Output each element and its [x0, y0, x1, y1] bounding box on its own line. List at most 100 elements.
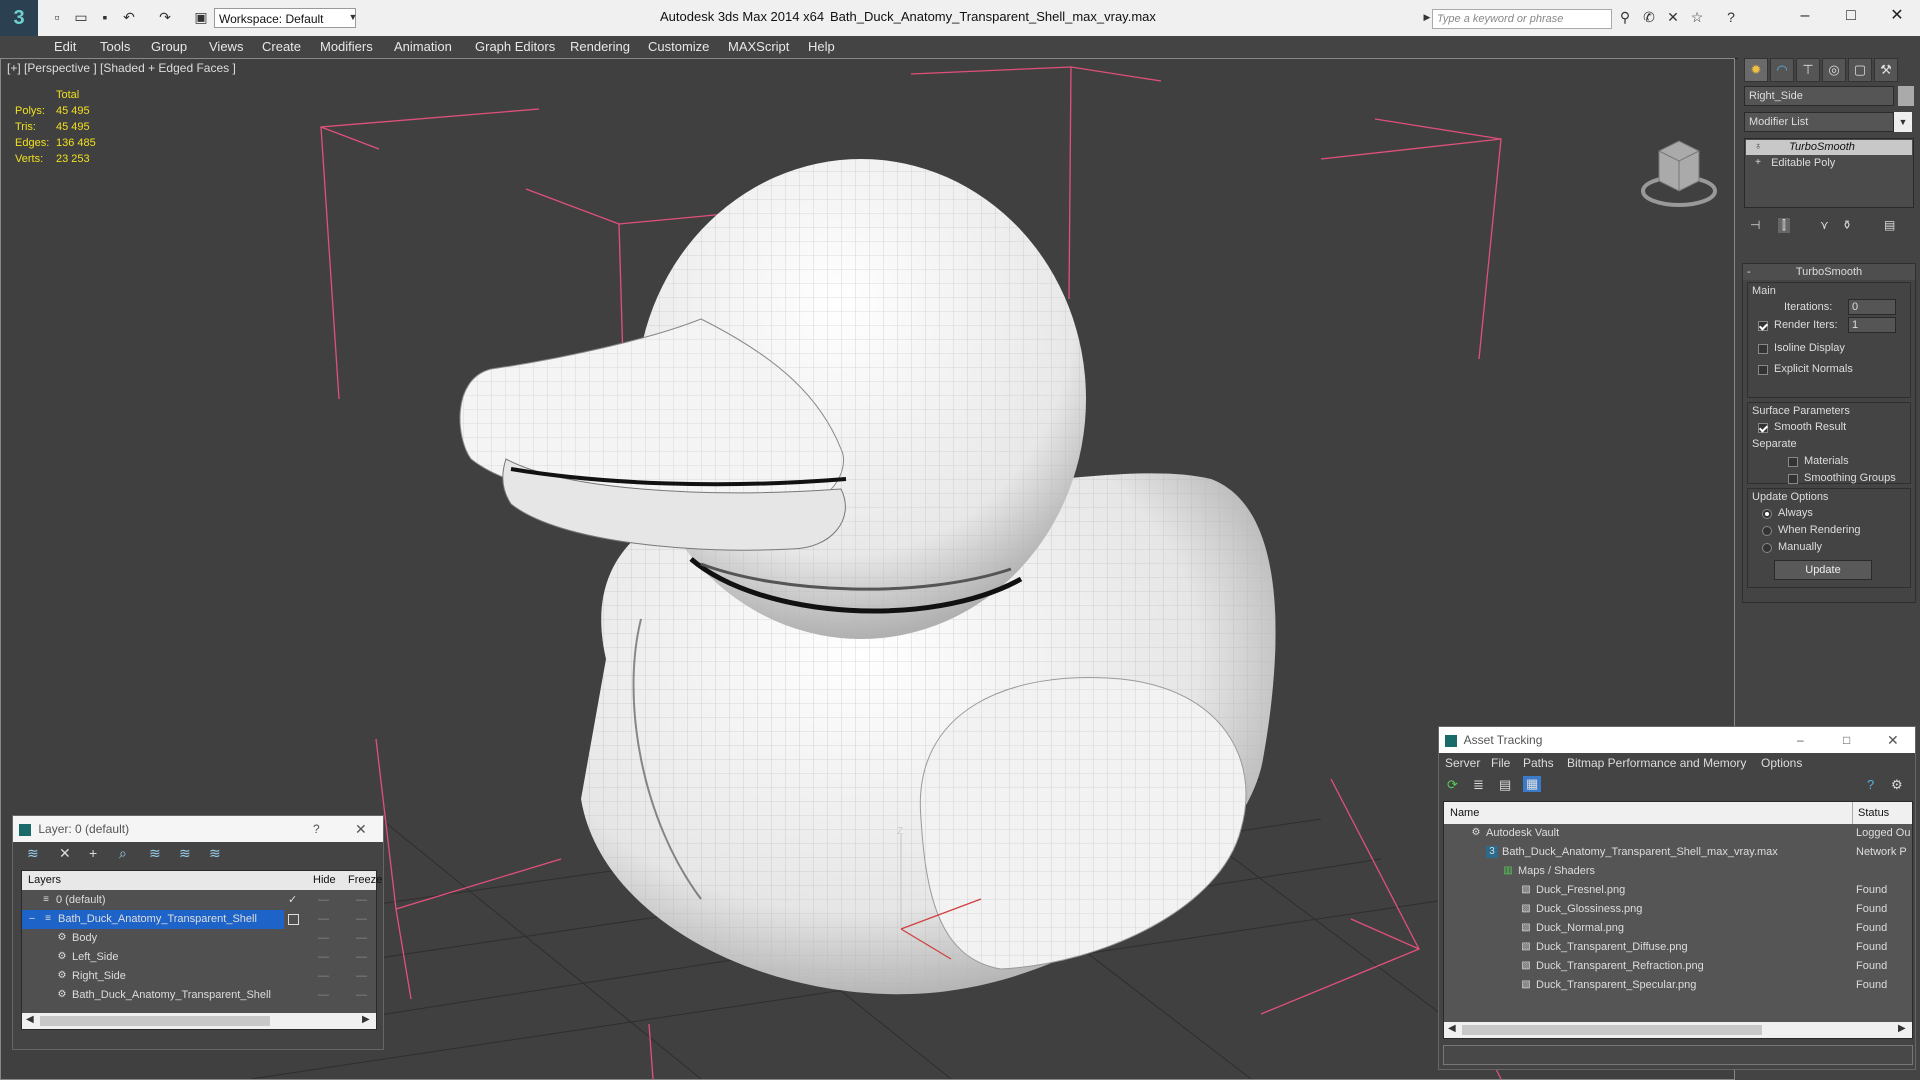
undo-icon[interactable]: ↶	[120, 8, 138, 26]
pin-stack-icon[interactable]: ⊣	[1750, 218, 1760, 232]
layer-horizontal-scrollbar[interactable]: ◀ ▶	[22, 1013, 376, 1029]
menu-modifiers[interactable]: Modifiers	[320, 39, 373, 54]
scroll-right-icon[interactable]: ▶	[362, 1014, 370, 1025]
smooth-result-checkbox[interactable]	[1758, 423, 1768, 433]
freeze-toggle[interactable]: —	[356, 929, 367, 948]
minimize-window-icon[interactable]: –	[1785, 4, 1825, 28]
menu-create[interactable]: Create	[262, 39, 301, 54]
asset-row[interactable]: ▧ Duck_Fresnel.png Found	[1444, 881, 1912, 900]
communication-icon[interactable]: ✆	[1640, 8, 1658, 26]
binoculars-icon[interactable]: ⚲	[1616, 8, 1634, 26]
scrollbar-thumb[interactable]	[40, 1016, 270, 1026]
asset-window-titlebar[interactable]: Asset Tracking – □ ✕	[1439, 727, 1915, 753]
column-header[interactable]: Layers	[28, 871, 61, 890]
asset-row[interactable]: ▧ Duck_Glossiness.png Found	[1444, 900, 1912, 919]
column-header[interactable]: Name	[1450, 802, 1479, 824]
search-input[interactable]: Type a keyword or phrase	[1432, 9, 1612, 29]
asset-row[interactable]: ▧ Duck_Normal.png Found	[1444, 919, 1912, 938]
menu-help[interactable]: Help	[808, 39, 835, 54]
new-file-icon[interactable]: ▫	[48, 8, 66, 26]
always-radio[interactable]	[1762, 509, 1772, 519]
scroll-left-icon[interactable]: ◀	[26, 1014, 34, 1025]
make-unique-icon[interactable]: ⋎	[1820, 218, 1829, 232]
freeze-toggle[interactable]: —	[356, 986, 367, 1005]
tree-view-icon[interactable]: ▤	[1499, 777, 1511, 793]
materials-checkbox[interactable]	[1788, 457, 1798, 467]
table-view-icon[interactable]: ▦	[1523, 776, 1542, 792]
delete-layer-icon[interactable]: ✕	[59, 845, 71, 862]
asset-menu-server[interactable]: Server	[1445, 753, 1480, 773]
object-row[interactable]: ⚙ Body — —	[22, 929, 376, 948]
menu-tools[interactable]: Tools	[100, 39, 130, 54]
layer-close-icon[interactable]: ✕	[355, 816, 367, 842]
modify-tab-icon[interactable]: ◠	[1770, 58, 1794, 82]
object-row[interactable]: ⚙ Right_Side — —	[22, 967, 376, 986]
asset-row[interactable]: ▧ Duck_Transparent_Specular.png Found	[1444, 976, 1912, 995]
hide-all-icon[interactable]: ≋	[179, 845, 191, 862]
update-button[interactable]: Update	[1774, 560, 1872, 580]
motion-tab-icon[interactable]: ◎	[1822, 58, 1846, 82]
smoothing-groups-checkbox[interactable]	[1788, 474, 1798, 484]
hide-toggle[interactable]: —	[318, 986, 329, 1005]
when-rendering-radio[interactable]	[1762, 526, 1772, 536]
asset-menu-options[interactable]: Options	[1761, 753, 1802, 773]
iterations-spinner[interactable]: 0	[1848, 299, 1896, 315]
object-row[interactable]: ⚙ Bath_Duck_Anatomy_Transparent_Shell — —	[22, 986, 376, 1005]
freeze-toggle[interactable]: —	[356, 891, 367, 910]
asset-horizontal-scrollbar[interactable]: ◀ ▶	[1444, 1022, 1912, 1038]
menu-rendering[interactable]: Rendering	[570, 39, 630, 54]
render-iters-spinner[interactable]: 1	[1848, 317, 1896, 333]
freeze-toggle[interactable]: —	[356, 967, 367, 986]
scroll-right-icon[interactable]: ▶	[1898, 1023, 1906, 1034]
asset-menu-bitmap-performance[interactable]: Bitmap Performance and Memory	[1567, 753, 1746, 773]
modifier-list-chevron-icon[interactable]: ▼	[1894, 112, 1912, 132]
new-layer-icon[interactable]: ≋	[27, 845, 39, 862]
hide-toggle[interactable]: —	[318, 967, 329, 986]
asset-row[interactable]: ▧ Duck_Transparent_Diffuse.png Found	[1444, 938, 1912, 957]
modifier-list-dropdown[interactable]: Modifier List	[1744, 112, 1894, 132]
asset-menu-paths[interactable]: Paths	[1523, 753, 1554, 773]
asset-help-icon[interactable]: ?	[1867, 777, 1874, 792]
menu-animation[interactable]: Animation	[394, 39, 452, 54]
asset-maximize-icon[interactable]: □	[1843, 727, 1850, 753]
scrollbar-thumb[interactable]	[1462, 1025, 1762, 1035]
column-header[interactable]: Freeze	[348, 871, 382, 890]
scroll-left-icon[interactable]: ◀	[1448, 1023, 1456, 1034]
asset-minimize-icon[interactable]: –	[1797, 727, 1804, 753]
layer-current-box[interactable]	[288, 914, 299, 925]
hierarchy-tab-icon[interactable]: ⊤	[1796, 58, 1820, 82]
menu-graph-editors[interactable]: Graph Editors	[475, 39, 555, 54]
object-row[interactable]: ⚙ Left_Side — —	[22, 948, 376, 967]
manually-radio[interactable]	[1762, 543, 1772, 553]
render-iters-checkbox[interactable]	[1758, 321, 1768, 331]
hide-toggle[interactable]: —	[318, 929, 329, 948]
current-layer-check-icon[interactable]: ✓	[288, 891, 297, 910]
stack-item-turbosmooth[interactable]: ♁ TurboSmooth	[1746, 140, 1912, 155]
help-icon[interactable]: ?	[1722, 8, 1740, 26]
close-window-icon[interactable]: ✕	[1877, 4, 1917, 28]
exchange-icon[interactable]: ✕	[1664, 8, 1682, 26]
redo-icon[interactable]: ↷	[156, 8, 174, 26]
lightbulb-icon[interactable]: ♁	[1752, 141, 1764, 153]
layer-window-titlebar[interactable]: Layer: 0 (default) ? ✕	[13, 816, 383, 842]
layer-help-icon[interactable]: ?	[313, 816, 320, 842]
freeze-toggle[interactable]: —	[356, 910, 367, 929]
menu-maxscript[interactable]: MAXScript	[728, 39, 789, 54]
layer-row[interactable]: ≡ 0 (default) ✓ — —	[22, 891, 376, 910]
hide-toggle[interactable]: —	[318, 948, 329, 967]
create-tab-icon[interactable]: ✹	[1744, 58, 1768, 82]
app-logo-icon[interactable]: 3	[0, 0, 38, 36]
object-name-field[interactable]: Right_Side	[1744, 86, 1894, 106]
explicit-normals-checkbox[interactable]	[1758, 365, 1768, 375]
freeze-toggle[interactable]: —	[356, 948, 367, 967]
open-file-icon[interactable]: ▭	[72, 8, 90, 26]
menu-group[interactable]: Group	[151, 39, 187, 54]
configure-sets-icon[interactable]: ▤	[1884, 218, 1895, 232]
list-view-icon[interactable]: ≣	[1473, 777, 1484, 793]
asset-path-field[interactable]	[1443, 1045, 1913, 1065]
layer-row-selected[interactable]: – ≡ Bath_Duck_Anatomy_Transparent_Shell — …	[22, 910, 376, 929]
highlight-layer-icon[interactable]: ≋	[149, 845, 161, 862]
display-tab-icon[interactable]: ▢	[1848, 58, 1872, 82]
add-to-layer-icon[interactable]: +	[89, 845, 97, 861]
asset-row[interactable]: ⚙ Autodesk Vault Logged Ou	[1444, 824, 1912, 843]
